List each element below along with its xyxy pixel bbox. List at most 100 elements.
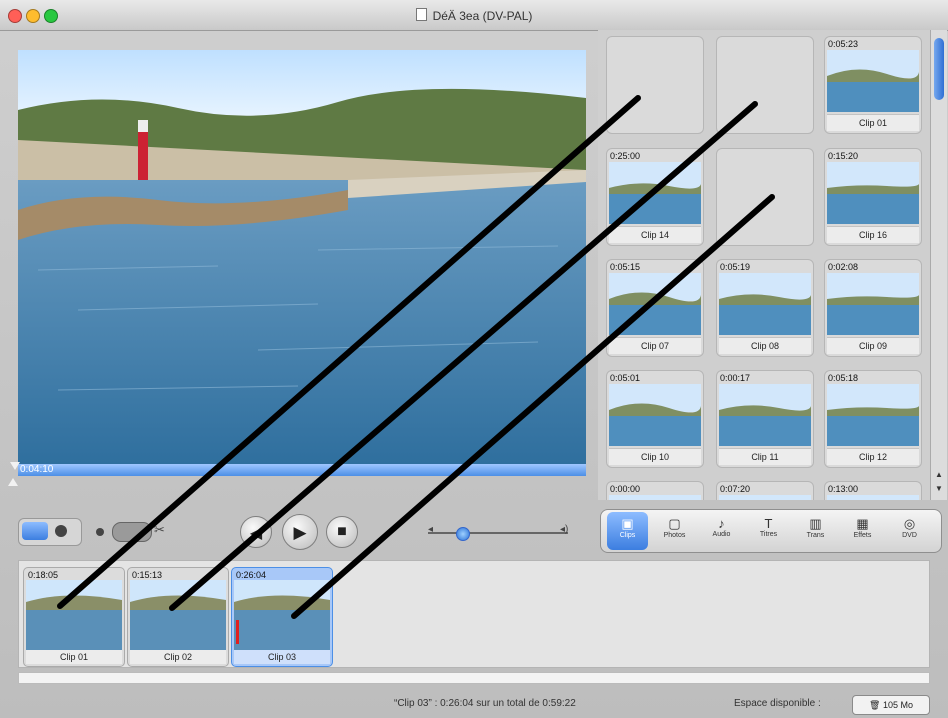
preview-frame xyxy=(18,50,586,464)
scroll-thumb[interactable] xyxy=(934,38,944,100)
shelf-clip[interactable]: 0:00:17 Clip 11 xyxy=(716,370,814,468)
playhead-bottom-icon[interactable] xyxy=(8,478,18,486)
pane-button-label: Effets xyxy=(853,532,872,539)
scroll-down-icon[interactable]: ▼ xyxy=(935,484,943,493)
rewind-icon: ◀ xyxy=(249,525,263,542)
clip-name: Clip 02 xyxy=(130,650,226,664)
clip-timecode: 0:05:15 xyxy=(610,262,641,272)
timeline-clip[interactable]: 0:15:13 Clip 02 xyxy=(127,567,229,667)
pane-button-label: Trans xyxy=(806,532,825,539)
status-message: “Clip 03” : 0:26:04 sur un total de 0:59… xyxy=(394,698,576,709)
transitions-icon: ▥ xyxy=(809,516,822,531)
clip-timecode: 0:05:18 xyxy=(828,373,859,383)
clip-thumbnail xyxy=(827,273,919,335)
pane-button-trans[interactable]: ▥ Trans xyxy=(795,512,836,550)
clip-timecode: 0:18:05 xyxy=(28,570,59,580)
pane-button-label: Audio xyxy=(712,531,731,538)
pane-button-effets[interactable]: ▦ Effets xyxy=(842,512,883,550)
clip-thumbnail xyxy=(719,495,811,500)
clip-name: Clip 01 xyxy=(26,650,122,664)
timeline-mode-icon[interactable] xyxy=(22,522,48,540)
clip-timecode: 0:15:20 xyxy=(828,151,859,161)
title-bar: DéÄ 3ea (DV-PAL) xyxy=(0,0,948,31)
shelf-clip[interactable]: 0:07:20 xyxy=(716,481,814,500)
titles-icon: T xyxy=(764,516,773,531)
fullscreen-play-button[interactable]: ■ xyxy=(326,516,358,548)
pane-button-titres[interactable]: T Titres xyxy=(748,512,789,550)
shelf-clip[interactable]: 0:00:00 xyxy=(606,481,704,500)
play-button[interactable]: ▶ xyxy=(282,514,318,550)
clip-thumbnail xyxy=(609,162,701,224)
window-title: DéÄ 3ea (DV-PAL) xyxy=(0,8,948,23)
play-icon: ▶ xyxy=(293,523,307,542)
clip-thumbnail xyxy=(827,162,919,224)
clip-thumbnail xyxy=(719,273,811,335)
shelf-clip[interactable]: 0:15:20 Clip 16 xyxy=(824,148,922,246)
clip-viewer: 0:18:05 Clip 01 0:15:13 Clip 02 0:26:04 Clip … xyxy=(18,560,930,668)
playhead-scrubber[interactable] xyxy=(18,464,586,476)
fullscreen-icon: ■ xyxy=(337,523,347,540)
trash-icon: 🗑 xyxy=(869,700,881,710)
pane-button-bar: ▣ Clips ▢ Photos ♪ Audio T Titres ▥ Trans ▦ Effets ◎… xyxy=(600,509,942,553)
pane-button-photos[interactable]: ▢ Photos xyxy=(654,512,695,550)
pane-button-label: Clips xyxy=(619,532,636,539)
scissors-icon: ✂ xyxy=(154,522,165,537)
pane-button-audio[interactable]: ♪ Audio xyxy=(701,512,742,550)
pane-button-dvd[interactable]: ◎ DVD xyxy=(889,512,930,550)
timeline-clip[interactable]: 0:18:05 Clip 01 xyxy=(23,567,125,667)
clip-thumbnail xyxy=(719,384,811,446)
audio-icon: ♪ xyxy=(718,516,725,531)
clip-timecode: 0:07:20 xyxy=(720,484,751,494)
clip-name: Clip 16 xyxy=(827,226,919,243)
mode-switch[interactable] xyxy=(18,518,82,546)
clip-timecode: 0:02:08 xyxy=(828,262,859,272)
clip-thumbnail xyxy=(130,580,226,650)
clip-timecode: 0:00:00 xyxy=(610,484,641,494)
viewer-timecode: 0:04:10 xyxy=(20,464,54,475)
clip-name: Clip 03 xyxy=(234,650,330,664)
clip-timecode: 0:26:04 xyxy=(236,570,267,580)
clip-name: Clip 11 xyxy=(719,448,811,465)
shelf-scrollbar[interactable]: ▲ ▼ xyxy=(930,30,947,500)
effects-icon: ▦ xyxy=(856,516,869,531)
volume-knob[interactable] xyxy=(456,527,470,541)
clip-name: Clip 08 xyxy=(719,337,811,354)
clip-name: Clip 12 xyxy=(827,448,919,465)
empty-clip-slot[interactable] xyxy=(606,36,704,134)
pane-button-clips[interactable]: ▣ Clips xyxy=(607,512,648,550)
camera-edit-toggle[interactable] xyxy=(112,522,152,542)
clip-thumbnail xyxy=(26,580,122,650)
playhead-icon[interactable] xyxy=(10,462,20,470)
clip-name: Clip 09 xyxy=(827,337,919,354)
photos-icon: ▢ xyxy=(668,516,681,531)
shelf-clip[interactable]: 0:05:18 Clip 12 xyxy=(824,370,922,468)
clip-shelf: 0:05:23 Clip 01 0:25:00 Clip 14 0:15:20 Clip … xyxy=(598,30,930,500)
rewind-button[interactable]: ◀ xyxy=(240,516,272,548)
dvd-icon: ◎ xyxy=(903,516,916,531)
pane-button-label: Photos xyxy=(663,532,686,539)
clip-thumbnail xyxy=(609,273,701,335)
clip-name: Clip 07 xyxy=(609,337,701,354)
clip-mode-icon[interactable] xyxy=(55,525,67,537)
shelf-clip[interactable]: 0:02:08 Clip 09 xyxy=(824,259,922,357)
disk-space-button[interactable]: 🗑 105 Mo xyxy=(852,695,930,715)
shelf-clip[interactable]: 0:25:00 Clip 14 xyxy=(606,148,704,246)
timeline-clip[interactable]: 0:26:04 Clip 03 xyxy=(231,567,333,667)
shelf-clip[interactable]: 0:05:15 Clip 07 xyxy=(606,259,704,357)
empty-clip-slot[interactable] xyxy=(716,36,814,134)
pane-button-label: Titres xyxy=(759,531,778,538)
volume-slider[interactable] xyxy=(428,532,568,534)
empty-clip-slot[interactable] xyxy=(716,148,814,246)
scroll-up-icon[interactable]: ▲ xyxy=(935,470,943,479)
document-icon xyxy=(415,8,427,21)
clip-thumbnail xyxy=(827,384,919,446)
clip-timecode: 0:00:17 xyxy=(720,373,751,383)
timeline-progress-bar xyxy=(18,672,930,684)
shelf-clip[interactable]: 0:05:01 Clip 10 xyxy=(606,370,704,468)
shelf-clip[interactable]: 0:05:23 Clip 01 xyxy=(824,36,922,134)
status-bar: “Clip 03” : 0:26:04 sur un total de 0:59… xyxy=(0,690,948,718)
shelf-clip[interactable]: 0:05:19 Clip 08 xyxy=(716,259,814,357)
disk-space-value: 105 Mo xyxy=(882,700,913,710)
clip-timecode: 0:05:19 xyxy=(720,262,751,272)
shelf-clip[interactable]: 0:13:00 xyxy=(824,481,922,500)
